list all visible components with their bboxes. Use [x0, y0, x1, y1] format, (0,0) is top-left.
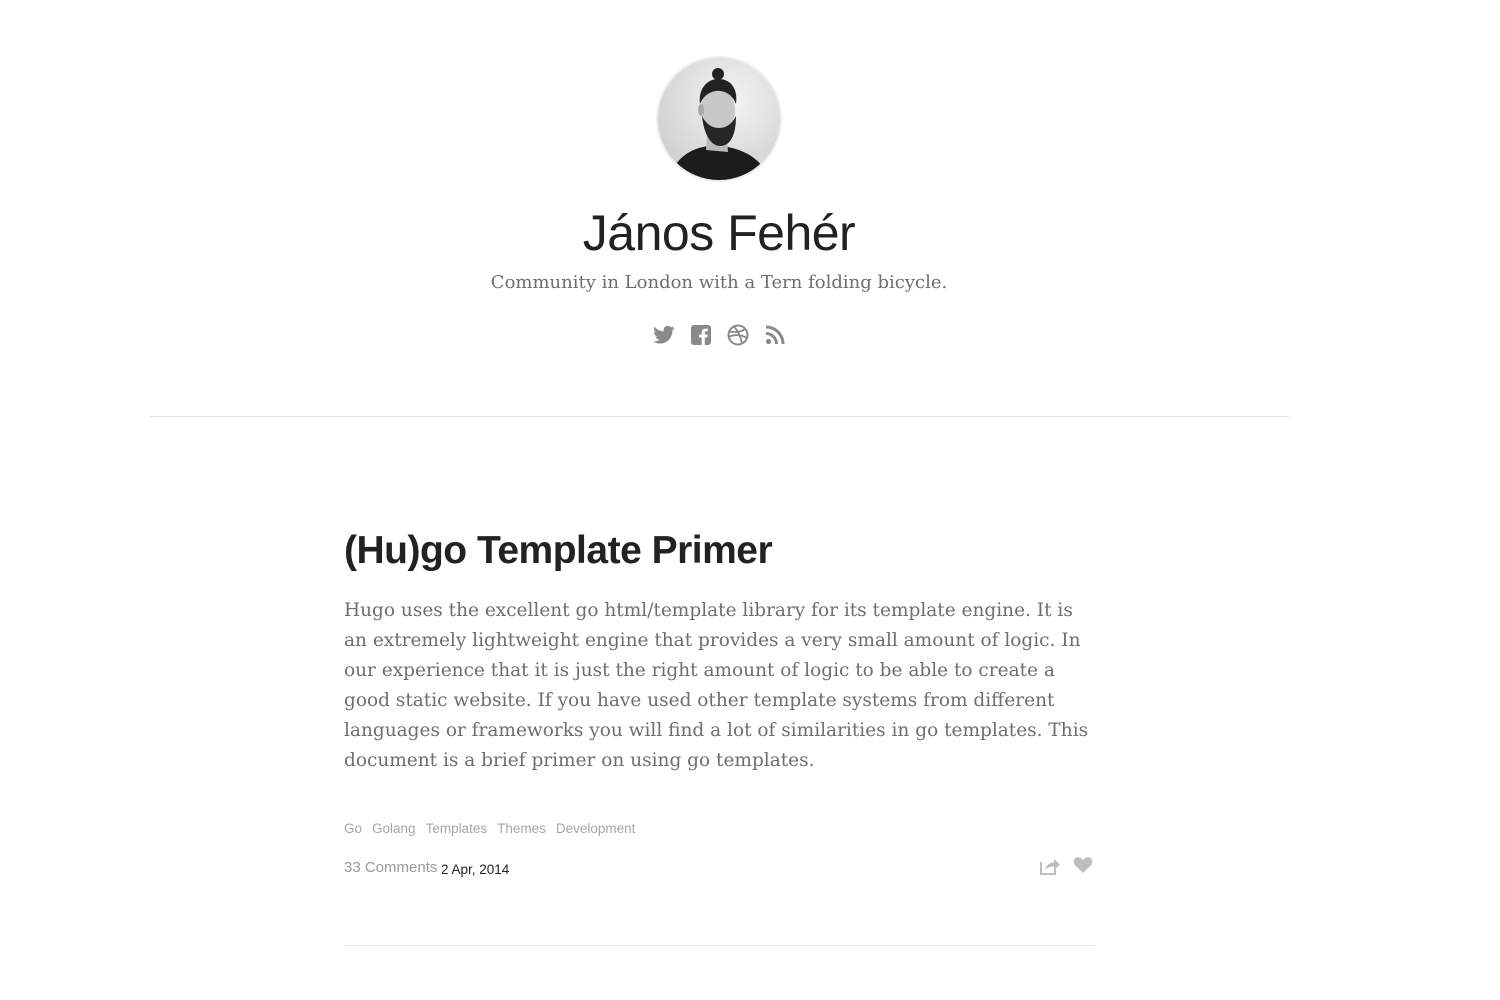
- social-links: [0, 322, 1438, 348]
- post-date: 2 Apr, 2014: [441, 862, 510, 877]
- dribbble-icon[interactable]: [727, 322, 749, 348]
- site-title[interactable]: János Fehér: [0, 200, 1438, 266]
- comments-link[interactable]: 33 Comments: [344, 858, 437, 878]
- post-title[interactable]: (Hu)go Template Primer: [344, 520, 1095, 582]
- header-divider: [149, 416, 1289, 417]
- tag-templates[interactable]: Templates: [426, 820, 488, 838]
- rss-icon[interactable]: [764, 322, 786, 348]
- post-excerpt: Hugo uses the excellent go html/template…: [344, 600, 1089, 771]
- avatar[interactable]: [656, 56, 782, 182]
- post-tags: Go Golang Templates Themes Development: [344, 820, 635, 838]
- tag-golang[interactable]: Golang: [372, 820, 416, 838]
- avatar-photo: [658, 58, 780, 180]
- site-description: Community in London with a Tern folding …: [490, 272, 948, 293]
- twitter-icon[interactable]: [652, 322, 675, 348]
- tag-go[interactable]: Go: [344, 820, 362, 838]
- post-divider: [344, 945, 1095, 946]
- heart-icon[interactable]: [1073, 856, 1095, 878]
- share-icon[interactable]: [1039, 856, 1061, 878]
- post-meta: 33 Comments 2 Apr, 2014: [344, 856, 1095, 880]
- tag-development[interactable]: Development: [556, 820, 636, 838]
- post-card: (Hu)go Template Primer Hugo uses the exc…: [344, 520, 1095, 776]
- tag-themes[interactable]: Themes: [497, 820, 546, 838]
- facebook-icon[interactable]: [690, 322, 712, 348]
